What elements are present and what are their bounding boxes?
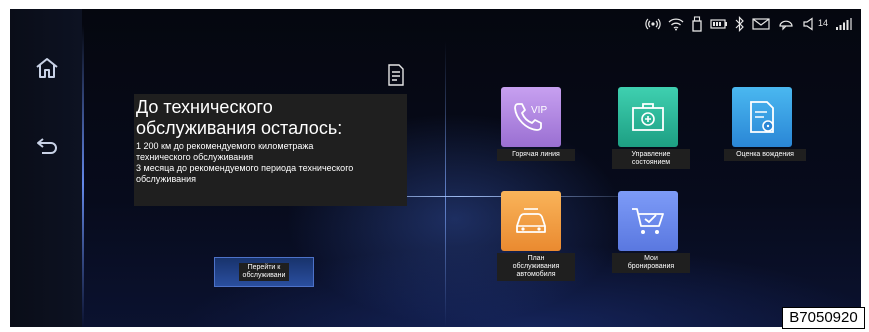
app-condition-management-label-line-2: состоянием	[631, 159, 671, 166]
months-remaining-line-1: 3 месяца до рекомендуемого периода техни…	[136, 163, 354, 173]
wifi-icon	[668, 17, 684, 31]
document-icon[interactable]	[387, 64, 405, 91]
app-condition-management-label: Управление состоянием	[612, 149, 690, 169]
app-my-bookings-label-line-1: Мои	[644, 255, 658, 262]
go-to-service-label-line-2: обслуживани	[242, 272, 286, 279]
app-service-plan-label-line-3: автомобиля	[516, 271, 556, 278]
maintenance-title: До технического обслуживания осталось:	[136, 97, 407, 139]
bluetooth-icon	[735, 16, 745, 32]
km-remaining-line-2: технического обслуживания	[136, 152, 254, 162]
light-streak-vertical	[445, 9, 446, 327]
maintenance-info-panel: До технического обслуживания осталось: 1…	[134, 94, 407, 206]
app-driving-assessment-tile[interactable]	[732, 87, 792, 147]
usb-icon	[691, 16, 703, 32]
home-icon	[36, 58, 58, 78]
app-hotline-label-line-1: Горячая линия	[512, 151, 560, 158]
app-condition-management-label-line-1: Управление	[631, 151, 671, 158]
go-to-service-label: Перейти к обслуживани	[238, 263, 290, 281]
volume-level: 14	[817, 17, 828, 28]
app-driving-assessment[interactable]: Оценка вождения	[720, 84, 806, 184]
app-driving-assessment-label-line-1: Оценка вождения	[736, 151, 794, 158]
app-service-plan-tile[interactable]	[501, 191, 561, 251]
months-remaining-line-2: обслуживания	[136, 174, 197, 184]
app-hotline-tile[interactable]: VIP	[501, 87, 561, 147]
medical-kit-icon	[632, 103, 664, 131]
volume-icon	[802, 17, 816, 31]
app-hotline[interactable]: VIP Горячая линия	[495, 84, 577, 184]
app-condition-management-tile[interactable]	[618, 87, 678, 147]
km-remaining-line-1: 1 200 км до рекомендуемого километража	[136, 141, 314, 151]
app-my-bookings-label: Мои бронирования	[612, 253, 690, 273]
sidebar-divider	[82, 9, 84, 327]
shopping-cart-icon	[632, 208, 664, 234]
app-my-bookings[interactable]: Мои бронирования	[610, 189, 692, 289]
app-driving-assessment-label: Оценка вождения	[724, 149, 806, 161]
app-my-bookings-label-line-2: бронирования	[627, 263, 675, 270]
phone-vip-icon: VIP	[514, 103, 547, 131]
status-bar: 14	[645, 13, 853, 35]
mail-icon	[752, 17, 770, 31]
signal-broadcast-icon	[645, 17, 661, 31]
infotainment-screen: 14 До технического обслуживания осталось…	[10, 9, 861, 327]
cellular-signal-icon	[835, 17, 853, 31]
app-service-plan-label-line-1: План	[527, 255, 545, 262]
app-condition-management[interactable]: Управление состоянием	[610, 84, 692, 184]
figure-code: B7050920	[782, 307, 865, 329]
home-button[interactable]	[32, 53, 62, 83]
back-icon	[37, 138, 57, 154]
car-service-icon	[516, 208, 546, 233]
title-line-1: До технического	[136, 97, 273, 117]
app-hotline-label: Горячая линия	[497, 149, 575, 161]
back-button[interactable]	[32, 131, 62, 161]
app-service-plan-label: План обслуживания автомобиля	[497, 253, 575, 281]
go-to-service-label-line-1: Перейти к	[247, 264, 281, 271]
chat-icon	[777, 17, 795, 31]
app-service-plan-label-line-2: обслуживания	[512, 263, 560, 270]
app-my-bookings-tile[interactable]	[618, 191, 678, 251]
app-service-plan[interactable]: План обслуживания автомобиля	[495, 189, 577, 289]
go-to-service-button[interactable]: Перейти к обслуживани	[214, 257, 314, 287]
title-line-2: обслуживания осталось:	[136, 118, 343, 138]
report-steering-icon	[750, 101, 774, 133]
battery-icon	[710, 18, 728, 30]
svg-text:VIP: VIP	[531, 105, 547, 116]
